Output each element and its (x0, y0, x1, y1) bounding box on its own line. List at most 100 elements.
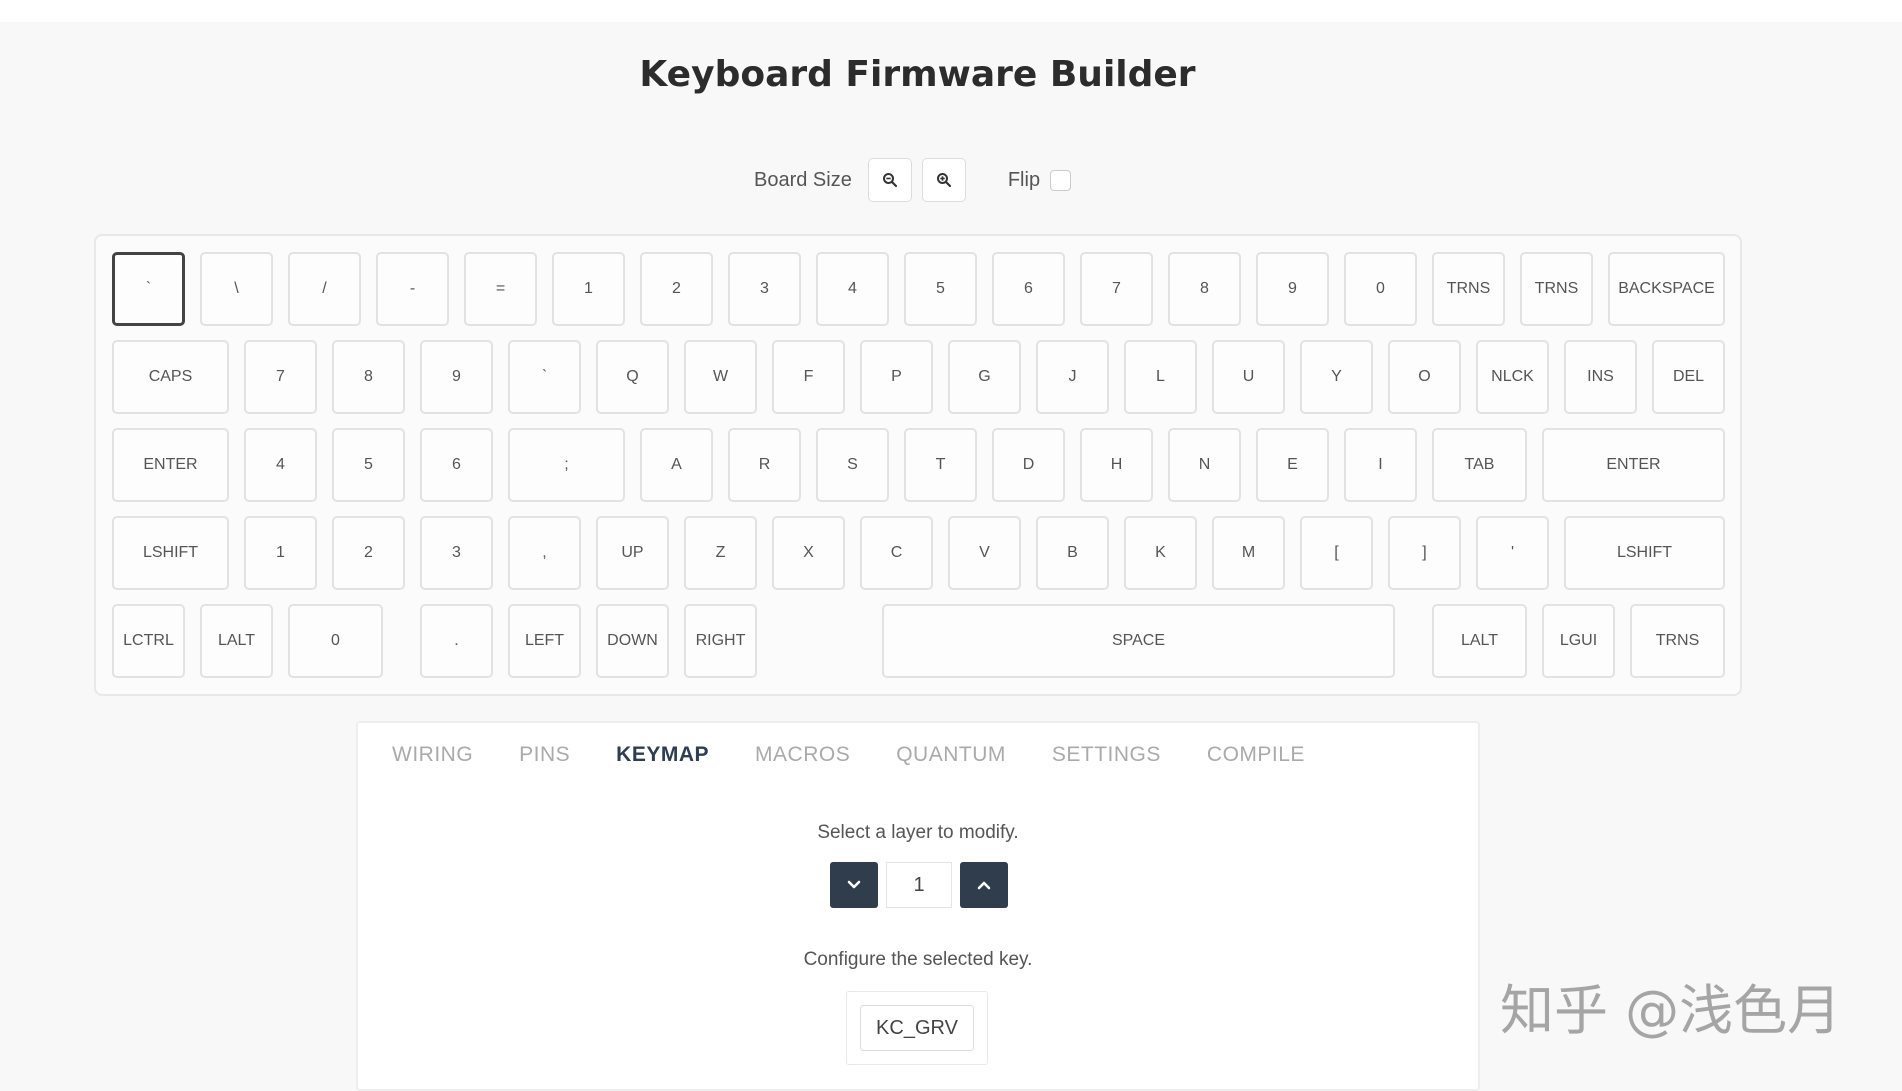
key-4-10[interactable]: TRNS (1630, 604, 1725, 678)
key-0-6[interactable]: 2 (640, 252, 713, 326)
key-1-12[interactable]: U (1212, 340, 1285, 414)
key-2-4[interactable]: ; (508, 428, 625, 502)
key-0-0[interactable]: ` (112, 252, 185, 326)
key-3-6[interactable]: Z (684, 516, 757, 590)
key-3-9[interactable]: V (948, 516, 1021, 590)
key-2-5[interactable]: A (640, 428, 713, 502)
key-0-7[interactable]: 3 (728, 252, 801, 326)
key-4-7[interactable]: SPACE (882, 604, 1395, 678)
key-4-4[interactable]: LEFT (508, 604, 581, 678)
key-3-14[interactable]: ] (1388, 516, 1461, 590)
tab-keymap[interactable]: KEYMAP (616, 743, 709, 767)
key-1-5[interactable]: Q (596, 340, 669, 414)
tab-wiring[interactable]: WIRING (392, 743, 473, 767)
key-3-16[interactable]: LSHIFT (1564, 516, 1725, 590)
key-1-6[interactable]: W (684, 340, 757, 414)
key-0-16[interactable]: TRNS (1520, 252, 1593, 326)
key-3-2[interactable]: 2 (332, 516, 405, 590)
zoom-out-button[interactable] (867, 158, 912, 202)
key-2-9[interactable]: D (992, 428, 1065, 502)
key-4-2[interactable]: 0 (288, 604, 383, 678)
tab-compile[interactable]: COMPILE (1207, 743, 1305, 767)
key-1-9[interactable]: G (948, 340, 1021, 414)
key-3-3[interactable]: 3 (420, 516, 493, 590)
flip-checkbox[interactable] (1050, 169, 1072, 191)
key-2-7[interactable]: S (816, 428, 889, 502)
key-4-0[interactable]: LCTRL (112, 604, 185, 678)
key-1-4[interactable]: ` (508, 340, 581, 414)
key-2-2[interactable]: 5 (332, 428, 405, 502)
key-0-9[interactable]: 5 (904, 252, 977, 326)
layer-increment-button[interactable] (960, 862, 1008, 908)
key-1-16[interactable]: INS (1564, 340, 1637, 414)
key-2-6[interactable]: R (728, 428, 801, 502)
key-0-15[interactable]: TRNS (1432, 252, 1505, 326)
key-3-4[interactable]: , (508, 516, 581, 590)
key-0-12[interactable]: 8 (1168, 252, 1241, 326)
key-1-11[interactable]: L (1124, 340, 1197, 414)
key-0-10[interactable]: 6 (992, 252, 1065, 326)
keycode-field[interactable]: KC_GRV (860, 1005, 974, 1051)
key-4-1[interactable]: LALT (200, 604, 273, 678)
key-4-8[interactable]: LALT (1432, 604, 1527, 678)
key-3-12[interactable]: M (1212, 516, 1285, 590)
key-1-7[interactable]: F (772, 340, 845, 414)
key-1-14[interactable]: O (1388, 340, 1461, 414)
key-0-2[interactable]: / (288, 252, 361, 326)
key-4-5[interactable]: DOWN (596, 604, 669, 678)
key-3-8[interactable]: C (860, 516, 933, 590)
layer-input[interactable] (886, 862, 952, 908)
key-4-9[interactable]: LGUI (1542, 604, 1615, 678)
tab-macros[interactable]: MACROS (755, 743, 850, 767)
key-3-13[interactable]: [ (1300, 516, 1373, 590)
keycode-container: KC_GRV (846, 991, 988, 1065)
key-3-0[interactable]: LSHIFT (112, 516, 229, 590)
key-3-5[interactable]: UP (596, 516, 669, 590)
key-1-17[interactable]: DEL (1652, 340, 1725, 414)
key-4-3[interactable]: . (420, 604, 493, 678)
tab-quantum[interactable]: QUANTUM (896, 743, 1006, 767)
board-controls: Board Size Flip (754, 157, 1072, 203)
key-2-10[interactable]: H (1080, 428, 1153, 502)
key-2-3[interactable]: 6 (420, 428, 493, 502)
key-2-0[interactable]: ENTER (112, 428, 229, 502)
key-0-14[interactable]: 0 (1344, 252, 1417, 326)
key-2-1[interactable]: 4 (244, 428, 317, 502)
key-2-13[interactable]: I (1344, 428, 1417, 502)
key-0-4[interactable]: = (464, 252, 537, 326)
key-2-15[interactable]: ENTER (1542, 428, 1725, 502)
key-3-1[interactable]: 1 (244, 516, 317, 590)
key-1-0[interactable]: CAPS (112, 340, 229, 414)
key-1-3[interactable]: 9 (420, 340, 493, 414)
key-1-10[interactable]: J (1036, 340, 1109, 414)
key-0-3[interactable]: - (376, 252, 449, 326)
key-2-12[interactable]: E (1256, 428, 1329, 502)
layer-decrement-button[interactable] (830, 862, 878, 908)
key-3-7[interactable]: X (772, 516, 845, 590)
key-3-11[interactable]: K (1124, 516, 1197, 590)
key-3-10[interactable]: B (1036, 516, 1109, 590)
chevron-down-icon (847, 880, 861, 889)
tab-settings[interactable]: SETTINGS (1052, 743, 1161, 767)
key-0-17[interactable]: BACKSPACE (1608, 252, 1725, 326)
keyboard-board: ` \ / - = 1 2 3 4 5 6 7 8 9 0 TRNS TRNS BACKSPACE CAPS 7 8 9 `… (94, 234, 1742, 696)
key-1-15[interactable]: NLCK (1476, 340, 1549, 414)
tab-pins[interactable]: PINS (519, 743, 570, 767)
key-2-8[interactable]: T (904, 428, 977, 502)
key-1-2[interactable]: 8 (332, 340, 405, 414)
zoom-in-button[interactable] (921, 158, 966, 202)
key-1-8[interactable]: P (860, 340, 933, 414)
key-0-1[interactable]: \ (200, 252, 273, 326)
key-2-11[interactable]: N (1168, 428, 1241, 502)
key-0-13[interactable]: 9 (1256, 252, 1329, 326)
page-title: Keyboard Firmware Builder (639, 54, 1196, 95)
key-3-15[interactable]: ' (1476, 516, 1549, 590)
key-2-14[interactable]: TAB (1432, 428, 1527, 502)
key-1-13[interactable]: Y (1300, 340, 1373, 414)
key-0-5[interactable]: 1 (552, 252, 625, 326)
key-0-11[interactable]: 7 (1080, 252, 1153, 326)
key-1-1[interactable]: 7 (244, 340, 317, 414)
key-0-8[interactable]: 4 (816, 252, 889, 326)
configure-prompt: Configure the selected key. (803, 949, 1033, 970)
key-4-6[interactable]: RIGHT (684, 604, 757, 678)
